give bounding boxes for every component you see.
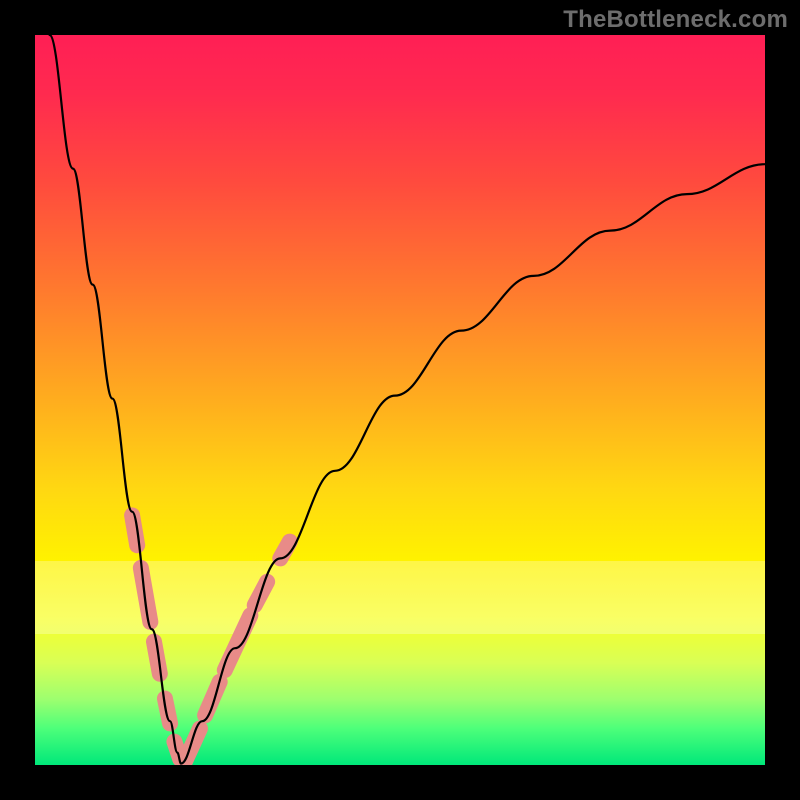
chart-frame: TheBottleneck.com [0, 0, 800, 800]
curve-layer [35, 35, 765, 765]
bead-marker [225, 615, 251, 670]
watermark-text: TheBottleneck.com [563, 6, 788, 34]
curve-right-branch [181, 164, 765, 763]
